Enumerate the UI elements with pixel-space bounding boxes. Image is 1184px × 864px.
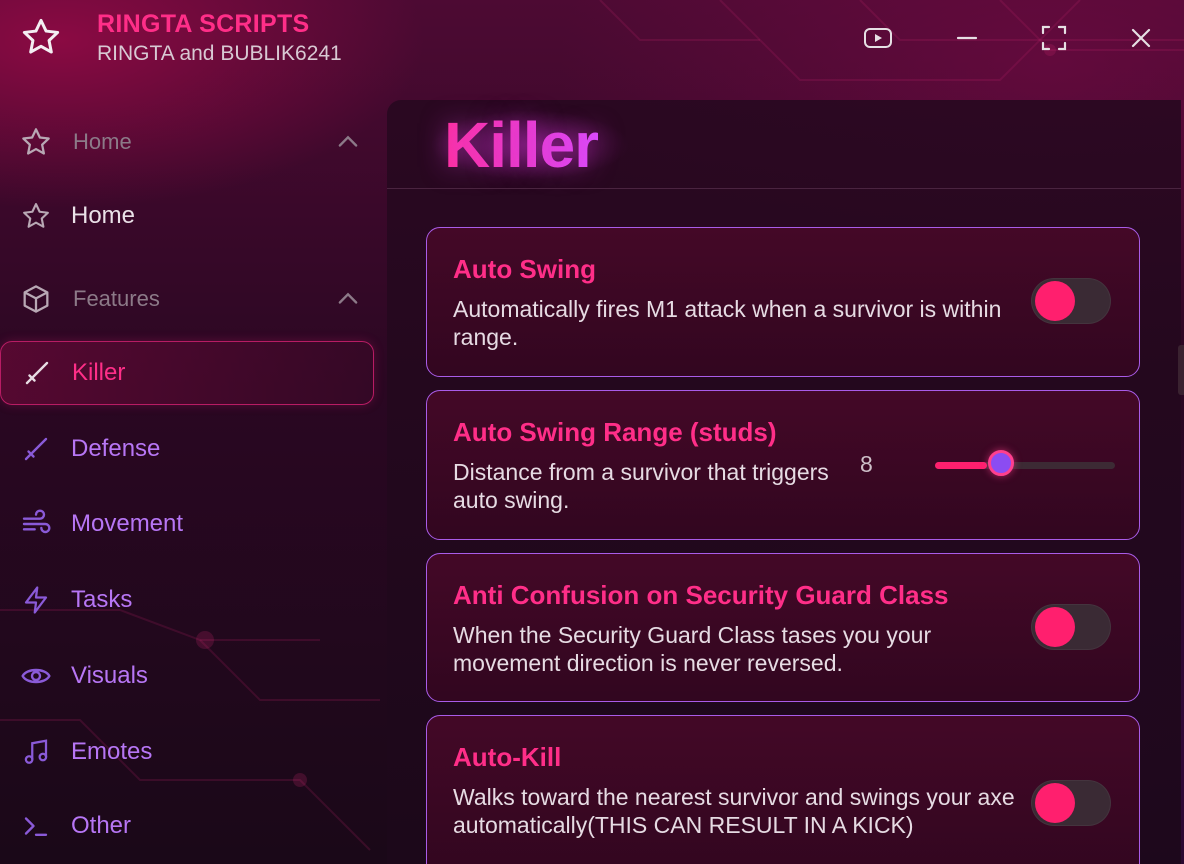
auto-swing-range-slider[interactable]: [935, 450, 1115, 476]
eye-icon: [19, 659, 53, 693]
feature-title: Auto Swing: [453, 254, 596, 284]
lightning-icon: [19, 583, 53, 617]
feature-card-anti-confusion: Anti Confusion on Security Guard Class W…: [426, 553, 1140, 702]
sidebar-section-features[interactable]: Features: [0, 267, 374, 331]
sidebar-section-home[interactable]: Home: [0, 110, 374, 174]
sidebar-item-label: Other: [71, 812, 132, 839]
cube-icon: [19, 282, 53, 316]
auto-kill-toggle[interactable]: [1031, 780, 1111, 826]
sidebar-item-movement[interactable]: Movement: [0, 492, 374, 556]
sidebar-section-label: Features: [73, 286, 160, 311]
feature-card-auto-kill: Auto-Kill Walks toward the nearest survi…: [426, 715, 1140, 864]
star-icon: [19, 125, 53, 159]
fullscreen-icon[interactable]: [1038, 22, 1070, 54]
anti-confusion-toggle[interactable]: [1031, 604, 1111, 650]
terminal-icon: [19, 809, 53, 843]
sidebar-item-home[interactable]: Home: [0, 184, 374, 248]
sidebar-item-label: Home: [71, 202, 136, 229]
chevron-up-icon[interactable]: [334, 128, 362, 156]
sidebar-section-label: Home: [73, 129, 132, 154]
toggle-knob: [1035, 783, 1075, 823]
feature-description: Distance from a survivor that triggers a…: [453, 459, 829, 513]
minimize-icon[interactable]: [951, 22, 983, 54]
music-note-icon: [19, 735, 53, 769]
sidebar-item-label: Visuals: [71, 662, 148, 689]
slider-fill: [935, 462, 987, 469]
star-icon: [19, 199, 53, 233]
feature-card-auto-swing: Auto Swing Automatically fires M1 attack…: [426, 227, 1140, 377]
sidebar-item-defense[interactable]: Defense: [0, 417, 374, 481]
feature-description: When the Security Guard Class tases you …: [453, 622, 932, 676]
sidebar-item-emotes[interactable]: Emotes: [0, 720, 374, 784]
page-title: Killer: [444, 109, 599, 181]
sidebar-item-label: Movement: [71, 510, 184, 537]
sidebar-item-tasks[interactable]: Tasks: [0, 568, 374, 632]
close-icon[interactable]: [1125, 22, 1157, 54]
app-subtitle: RINGTA and BUBLIK6241: [97, 42, 342, 65]
scrollbar[interactable]: [1178, 345, 1184, 395]
feature-card-auto-swing-range: Auto Swing Range (studs) Distance from a…: [426, 390, 1140, 540]
feature-title: Auto Swing Range (studs): [453, 417, 777, 447]
sword-icon: [20, 356, 54, 390]
toggle-knob: [1035, 281, 1075, 321]
wind-icon: [19, 507, 53, 541]
sidebar-item-label: Defense: [71, 435, 161, 462]
sword-icon: [19, 432, 53, 466]
chevron-up-icon[interactable]: [334, 285, 362, 313]
auto-swing-toggle[interactable]: [1031, 278, 1111, 324]
sidebar-item-label: Emotes: [71, 738, 153, 765]
feature-title: Anti Confusion on Security Guard Class: [453, 580, 949, 610]
divider: [387, 188, 1181, 189]
app-title: RINGTA SCRIPTS: [97, 10, 310, 38]
star-icon: [20, 16, 62, 58]
sidebar-item-visuals[interactable]: Visuals: [0, 644, 374, 708]
slider-value: 8: [860, 451, 873, 477]
feature-title: Auto-Kill: [453, 742, 562, 772]
toggle-knob: [1035, 607, 1075, 647]
sidebar-item-label: Tasks: [71, 586, 133, 613]
play-icon[interactable]: [862, 22, 894, 54]
feature-description: Walks toward the nearest survivor and sw…: [453, 784, 1015, 838]
feature-description: Automatically fires M1 attack when a sur…: [453, 296, 1002, 350]
sidebar-item-killer[interactable]: Killer: [0, 341, 374, 405]
sidebar-item-label: Killer: [72, 359, 126, 386]
slider-thumb[interactable]: [988, 450, 1014, 476]
sidebar-item-other[interactable]: Other: [0, 794, 374, 858]
